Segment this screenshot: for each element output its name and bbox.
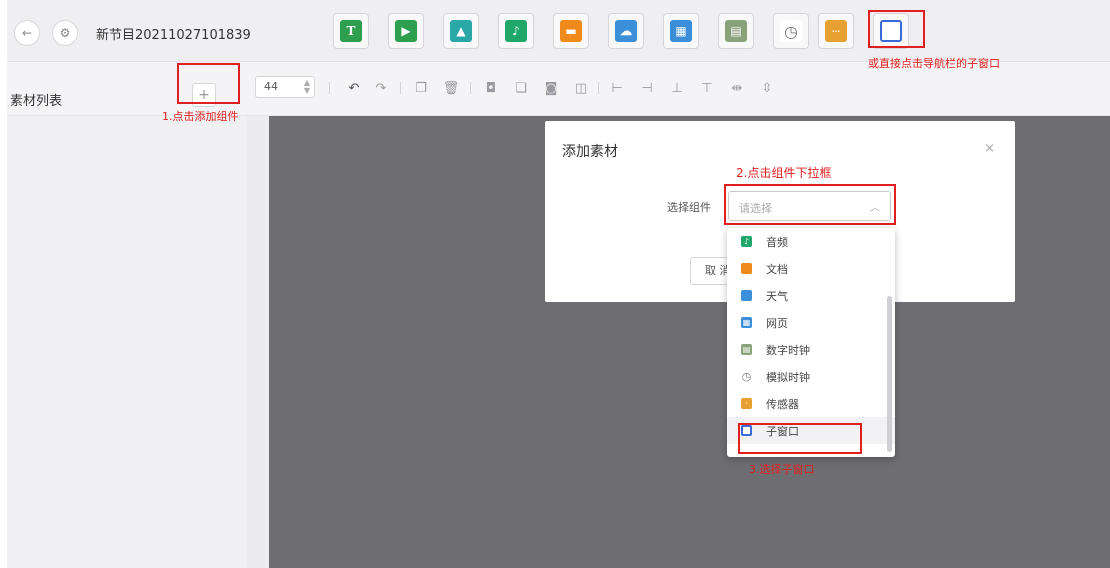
add-digital-clock-button[interactable]: ▤ xyxy=(718,13,754,49)
weather-icon: ☁ xyxy=(615,20,637,42)
material-list-panel xyxy=(7,116,247,568)
annotation-box-subwindow xyxy=(868,10,925,48)
align-center-v-icon[interactable]: ⇳ xyxy=(756,77,778,99)
align-top-icon[interactable]: ⊤ xyxy=(696,77,718,99)
add-weather-button[interactable]: ☁ xyxy=(608,13,644,49)
dropdown-item-label: 音频 xyxy=(766,235,788,249)
annotation-step2: 2.点击组件下拉框 xyxy=(736,166,832,180)
digital-clock-icon: ▤ xyxy=(725,20,747,42)
send-back-icon[interactable]: ❏ xyxy=(510,77,532,99)
annotation-step1: 1.点击添加组件 xyxy=(162,110,239,123)
add-text-button[interactable]: T xyxy=(333,13,369,49)
align-right-icon[interactable]: ⊣ xyxy=(636,77,658,99)
sensor-icon: · xyxy=(741,398,752,409)
toolbar-divider xyxy=(400,82,401,94)
annotation-box-add xyxy=(177,63,240,104)
toolbar-divider xyxy=(598,82,599,94)
digital-clock-icon: ▤ xyxy=(741,344,752,355)
add-audio-button[interactable]: ♪ xyxy=(498,13,534,49)
dialog-title: 添加素材 xyxy=(562,144,618,160)
dropdown-item-label: 天气 xyxy=(766,289,788,303)
document-icon xyxy=(741,263,752,274)
undo-icon[interactable]: ↶ xyxy=(343,77,365,99)
select-component-label: 选择组件 xyxy=(667,201,711,214)
dropdown-item-label: 模拟时钟 xyxy=(766,370,810,384)
webpage-icon: ▦ xyxy=(670,20,692,42)
project-title: 新节目20211027101839 xyxy=(96,28,251,43)
bring-front-icon[interactable]: ◘ xyxy=(480,77,502,99)
close-icon[interactable]: × xyxy=(984,141,995,156)
document-icon: ▬ xyxy=(560,20,582,42)
add-document-button[interactable]: ▬ xyxy=(553,13,589,49)
annotation-step3: 3.选择子窗口 xyxy=(749,463,815,476)
font-size-value: 44 xyxy=(264,80,278,93)
send-backward-icon[interactable]: ◫ xyxy=(570,77,592,99)
back-arrow-icon[interactable]: ← xyxy=(14,20,40,46)
dropdown-item-digital-clock[interactable]: ▤ 数字时钟 xyxy=(727,336,895,363)
dropdown-item-label: 网页 xyxy=(766,316,788,330)
toolbar-divider xyxy=(470,82,471,94)
align-center-h-icon[interactable]: ⇹ xyxy=(726,77,748,99)
webpage-icon: ▦ xyxy=(741,317,752,328)
weather-icon xyxy=(741,290,752,301)
toolbar-divider xyxy=(329,82,330,94)
annotation-box-sub-window xyxy=(738,423,862,454)
dropdown-scrollbar[interactable] xyxy=(887,296,892,452)
material-list-label: 素材列表 xyxy=(10,94,63,109)
bring-forward-icon[interactable]: ◙ xyxy=(540,77,562,99)
sensor-icon: ··· xyxy=(825,20,847,42)
dropdown-item-webpage[interactable]: ▦ 网页 xyxy=(727,309,895,336)
font-size-input[interactable]: 44 ▲ ▼ xyxy=(255,76,315,98)
panel-divider xyxy=(247,116,269,568)
add-sensor-button[interactable]: ··· xyxy=(818,13,854,49)
stepper-icon[interactable]: ▲ ▼ xyxy=(304,79,310,95)
text-icon: T xyxy=(340,20,362,42)
add-image-button[interactable]: ▲ xyxy=(443,13,479,49)
dropdown-item-label: 文档 xyxy=(766,262,788,276)
dropdown-item-label: 数字时钟 xyxy=(766,343,810,357)
analog-clock-icon: ◷ xyxy=(780,20,802,42)
dropdown-item-audio[interactable]: ♪ 音频 xyxy=(727,228,895,255)
annotation-alt: 或直接点击导航栏的子窗口 xyxy=(868,57,1000,70)
audio-icon: ♪ xyxy=(505,20,527,42)
align-bottom-icon[interactable]: ⊥ xyxy=(666,77,688,99)
add-analog-clock-button[interactable]: ◷ xyxy=(773,13,809,49)
audio-icon: ♪ xyxy=(741,236,752,247)
settings-icon[interactable]: ⚙ xyxy=(52,20,78,46)
delete-icon[interactable]: 🗑 xyxy=(440,77,462,99)
video-icon: ▶ xyxy=(395,20,417,42)
redo-icon[interactable]: ↷ xyxy=(370,77,392,99)
dropdown-item-weather[interactable]: 天气 xyxy=(727,282,895,309)
image-icon: ▲ xyxy=(450,20,472,42)
dropdown-item-label: 传感器 xyxy=(766,397,799,411)
dropdown-item-analog-clock[interactable]: ◷ 模拟时钟 xyxy=(727,363,895,390)
analog-clock-icon: ◷ xyxy=(741,370,752,383)
copy-icon[interactable]: ❐ xyxy=(410,77,432,99)
dropdown-item-sensor[interactable]: · 传感器 xyxy=(727,390,895,417)
align-left-icon[interactable]: ⊢ xyxy=(606,77,628,99)
annotation-box-select xyxy=(724,184,896,225)
dropdown-item-document[interactable]: 文档 xyxy=(727,255,895,282)
add-webpage-button[interactable]: ▦ xyxy=(663,13,699,49)
add-video-button[interactable]: ▶ xyxy=(388,13,424,49)
